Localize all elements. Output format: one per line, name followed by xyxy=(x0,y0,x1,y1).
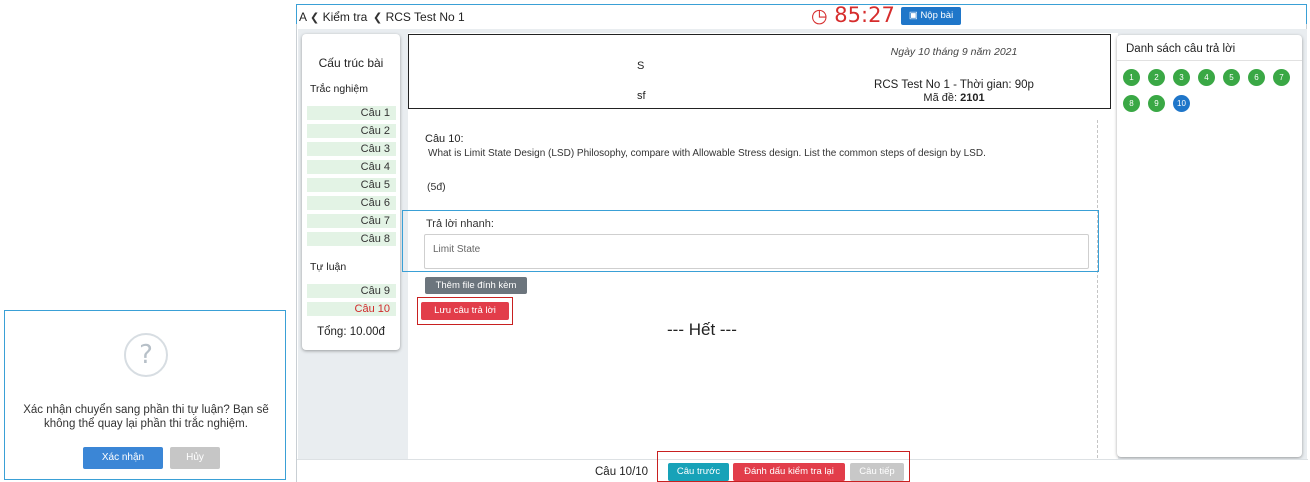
exam-code: Mã đề: 2101 xyxy=(923,92,985,104)
confirm-button[interactable]: Xác nhận xyxy=(83,447,163,469)
structure-item-active[interactable]: Câu 10 xyxy=(307,302,396,316)
answer-circle[interactable]: 5 xyxy=(1223,69,1240,86)
answer-circle[interactable]: 6 xyxy=(1248,69,1265,86)
cancel-button[interactable]: Hủy xyxy=(170,447,220,469)
footer-highlight xyxy=(657,451,910,482)
dialog-message: Xác nhận chuyển sang phần thi tự luận? B… xyxy=(23,404,269,430)
end-marker: --- Hết --- xyxy=(667,320,737,339)
question-text: What is Limit State Design (LSD) Philoso… xyxy=(428,148,986,159)
question-points: (5đ) xyxy=(427,181,446,193)
divider xyxy=(1117,60,1302,61)
structure-item[interactable]: Câu 8 xyxy=(307,232,396,246)
structure-item[interactable]: Câu 7 xyxy=(307,214,396,228)
answer-circle-current[interactable]: 10 xyxy=(1173,95,1190,112)
structure-item[interactable]: Câu 5 xyxy=(307,178,396,192)
structure-item[interactable]: Câu 9 xyxy=(307,284,396,298)
divider xyxy=(1097,120,1098,458)
exam-date: Ngày 10 tháng 9 năm 2021 xyxy=(890,46,1018,58)
answer-circle[interactable]: 4 xyxy=(1198,69,1215,86)
essay-section-label: Tự luận xyxy=(310,261,347,273)
top-highlight xyxy=(296,4,1307,24)
header-fragment: sf xyxy=(637,90,646,102)
question-number: Câu 10: xyxy=(425,133,464,145)
save-answer-button[interactable]: Lưu câu trả lời xyxy=(421,302,509,320)
attach-file-button[interactable]: Thêm file đính kèm xyxy=(425,277,527,294)
structure-item[interactable]: Câu 4 xyxy=(307,160,396,174)
answer-circle[interactable]: 7 xyxy=(1273,69,1290,86)
exam-title: RCS Test No 1 - Thời gian: 90p xyxy=(874,79,1034,91)
question-counter: Câu 10/10 xyxy=(595,466,649,478)
answer-circle[interactable]: 1 xyxy=(1123,69,1140,86)
question-icon: ? xyxy=(124,333,168,377)
answer-circle[interactable]: 2 xyxy=(1148,69,1165,86)
answers-panel: Danh sách câu trả lời 1 2 3 4 5 6 7 8 9 … xyxy=(1117,35,1302,457)
answer-input[interactable]: Limit State xyxy=(424,234,1089,269)
exam-window: A ❮ Kiểm tra ❮ RCS Test No 1 ◷ 85:27 ▣ N… xyxy=(296,3,1308,482)
answers-title: Danh sách câu trả lời xyxy=(1126,43,1236,55)
exam-header: S sf Ngày 10 tháng 9 năm 2021 RCS Test N… xyxy=(408,34,1111,109)
structure-title: Cấu trúc bài xyxy=(318,56,384,70)
structure-item[interactable]: Câu 2 xyxy=(307,124,396,138)
mcq-section-label: Trắc nghiệm xyxy=(310,83,368,95)
structure-item[interactable]: Câu 1 xyxy=(307,106,396,120)
total-score: Tổng: 10.00đ xyxy=(317,326,385,338)
structure-item[interactable]: Câu 6 xyxy=(307,196,396,210)
answer-label: Trả lời nhanh: xyxy=(426,218,494,230)
structure-panel: Cấu trúc bài Trắc nghiệm Câu 1 Câu 2 Câu… xyxy=(302,34,400,350)
confirm-dialog: ? Xác nhận chuyển sang phần thi tự luận?… xyxy=(4,310,286,480)
answer-circle[interactable]: 8 xyxy=(1123,95,1140,112)
structure-item[interactable]: Câu 3 xyxy=(307,142,396,156)
answer-circle[interactable]: 3 xyxy=(1173,69,1190,86)
header-fragment: S xyxy=(637,60,645,72)
answer-circle[interactable]: 9 xyxy=(1148,95,1165,112)
